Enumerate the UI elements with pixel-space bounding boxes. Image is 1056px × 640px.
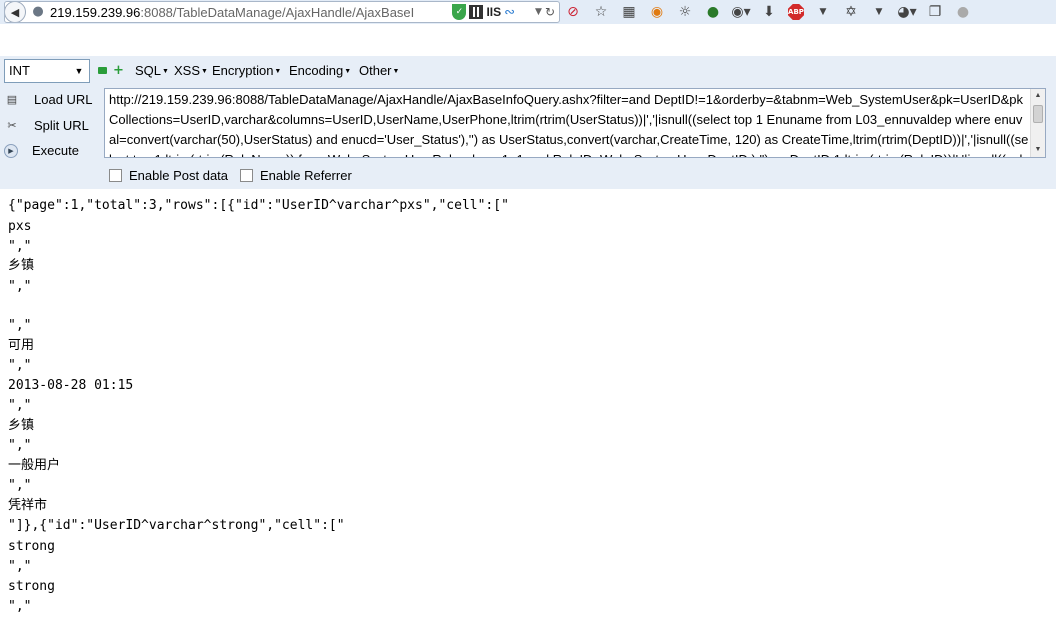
shield-icon[interactable]: ✓ [452, 4, 467, 20]
connection-icon[interactable]: ◕▾ [897, 3, 916, 21]
plus-icon[interactable]: + [113, 64, 124, 77]
response-line: 一般用户 [8, 458, 61, 473]
url-textarea[interactable]: http://219.159.239.96:8088/TableDataMana… [104, 88, 1046, 158]
reload-icon[interactable]: ↻ [545, 6, 555, 18]
response-line: {"page":1,"total":3,"rows":[{"id":"UserI… [8, 198, 509, 213]
response-line: "," [8, 279, 32, 294]
response-line: 乡镇 [8, 258, 35, 273]
dropdown-arrow-icon[interactable]: ▼ [814, 3, 832, 21]
textarea-scrollbar[interactable]: ▲ ▼ [1030, 89, 1045, 157]
response-line: 凭祥市 [8, 498, 48, 513]
response-line: "," [8, 478, 32, 493]
wave-icon: ∾ [504, 4, 516, 20]
scroll-up-icon[interactable]: ▲ [1031, 89, 1045, 103]
window-icon[interactable]: ❐ [926, 3, 944, 21]
iis-badge[interactable]: IIS [486, 6, 501, 18]
back-arrow-icon[interactable]: ◀ [5, 2, 26, 22]
menu-encoding[interactable]: Encoding▼ [289, 63, 351, 78]
url-host: 219.159.239.96 [50, 4, 141, 20]
checkbox-box[interactable] [240, 169, 253, 182]
execute-button[interactable]: ▶ Execute [4, 143, 79, 158]
reading-list-icon[interactable]: ▦ [620, 3, 638, 21]
chevron-down-icon[interactable]: ▼ [71, 62, 87, 80]
play-icon: ▶ [4, 143, 18, 158]
palette-icon[interactable]: ☼ [676, 3, 694, 21]
caret-icon: ▼ [344, 68, 352, 75]
url-path: :8088/TableDataManage/AjaxHandle/AjaxBas… [140, 4, 415, 20]
response-line: 2013-08-28 01:15 [8, 378, 134, 393]
windows-logo-icon[interactable] [518, 5, 532, 19]
bookmark-star-icon[interactable]: ☆ [592, 3, 610, 21]
checkbox-box[interactable] [109, 169, 122, 182]
caret-icon: ▼ [162, 68, 169, 75]
scroll-down-icon[interactable]: ▼ [1031, 143, 1045, 157]
enable-referrer-checkbox[interactable]: Enable Referrer [240, 168, 352, 183]
globe-icon: ● [32, 4, 44, 19]
response-line: "," [8, 318, 32, 333]
address-bar-url[interactable]: 219.159.239.96:8088/TableDataManage/Ajax… [50, 5, 448, 20]
menu-encryption[interactable]: Encryption▼ [212, 63, 281, 78]
load-url-icon: ▤ [6, 93, 18, 106]
menu-arrow-icon[interactable]: ▼ [870, 3, 888, 21]
browser-nav-bar: ◀ ● 219.159.239.96:8088/TableDataManage/… [0, 0, 1056, 24]
execute-label: Execute [32, 143, 79, 158]
block-icon[interactable]: ⊘ [564, 3, 582, 21]
globe-icon[interactable]: ◉▾ [731, 3, 750, 21]
type-select[interactable]: INT ▼ [4, 59, 90, 83]
scroll-thumb[interactable] [1033, 105, 1043, 123]
url-textarea-value: http://219.159.239.96:8088/TableDataMana… [109, 92, 1029, 157]
download-icon[interactable]: ⬇ [760, 3, 778, 21]
menu-xss[interactable]: XSS▼ [174, 63, 208, 78]
response-line: pxs [8, 219, 32, 234]
menu-other[interactable]: Other▼ [359, 63, 399, 78]
response-line: "," [8, 398, 32, 413]
response-line: "]},{"id":"UserID^varchar^strong","cell"… [8, 518, 345, 533]
menu-sql[interactable]: SQL▼ [135, 63, 169, 78]
load-url-button[interactable]: ▤ Load URL [4, 91, 93, 107]
caret-icon: ▼ [392, 68, 400, 75]
response-line: "," [8, 239, 32, 254]
dropdown-arrow-icon[interactable]: ▼ [535, 7, 542, 17]
split-url-button[interactable]: ✂ Split URL [4, 117, 89, 133]
response-line: 乡镇 [8, 418, 35, 433]
enable-post-data-label: Enable Post data [129, 168, 229, 183]
caret-icon: ▼ [274, 68, 282, 75]
split-url-label: Split URL [34, 117, 89, 133]
minus-icon[interactable] [98, 67, 107, 74]
response-line: strong [8, 579, 55, 594]
enable-post-data-checkbox[interactable]: Enable Post data [109, 168, 228, 183]
response-line: "," [8, 599, 32, 614]
response-line: "," [8, 438, 32, 453]
adblock-icon[interactable]: ABP [788, 4, 804, 20]
qr-code-icon[interactable] [469, 5, 484, 19]
green-circle-icon[interactable]: ● [704, 3, 722, 21]
enable-referrer-label: Enable Referrer [260, 168, 352, 183]
profile-icon[interactable]: ● [954, 3, 972, 21]
response-body: {"page":1,"total":3,"rows":[{"id":"UserI… [0, 189, 1056, 640]
response-line: "," [8, 559, 32, 574]
load-url-label: Load URL [34, 91, 93, 107]
firefox-icon[interactable]: ◉ [648, 3, 666, 21]
address-bar[interactable]: ◀ ● 219.159.239.96:8088/TableDataManage/… [4, 1, 560, 23]
type-select-value: INT [9, 63, 30, 78]
caret-icon: ▼ [201, 68, 208, 75]
response-line: strong [8, 539, 55, 554]
scissors-icon: ✂ [7, 119, 17, 132]
bug-icon[interactable]: ✡ [842, 3, 860, 21]
response-line: 可用 [8, 338, 35, 353]
response-line: "," [8, 358, 32, 373]
hackbar-panel: INT ▼ + SQL▼ XSS▼ Encryption▼ Encoding▼ … [0, 56, 1056, 189]
